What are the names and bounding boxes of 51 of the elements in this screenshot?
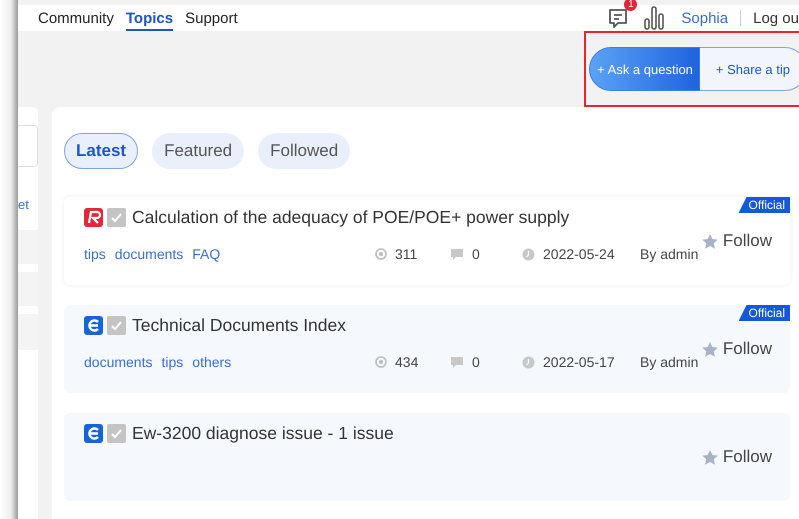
notification-badge: 1 <box>624 0 638 11</box>
view-count: 311 <box>395 246 418 262</box>
tag-link[interactable]: documents <box>114 246 184 262</box>
nav-tab[interactable]: Topics <box>126 5 174 31</box>
search-field[interactable] <box>18 125 38 167</box>
eye-icon <box>375 356 387 368</box>
topic-card[interactable]: Official Calculation of the adequacy of POE/POE+ power supply tips documents FAQ 311 0 2022-05-24 By admin Follow <box>64 197 790 285</box>
action-button[interactable]: + Share a tip <box>700 47 799 91</box>
topic-title[interactable]: Calculation of the adequacy of POE/POE+ power supply <box>132 207 570 228</box>
comment-icon <box>450 356 464 368</box>
filter-tab[interactable]: Latest <box>64 133 138 169</box>
logout-link[interactable]: Log ou <box>753 10 799 26</box>
clock-icon <box>522 248 535 260</box>
sidebar-item[interactable] <box>18 314 38 350</box>
nav-tab[interactable]: Community <box>38 5 114 31</box>
action-button[interactable]: + Ask a question <box>589 47 700 91</box>
author-label: By admin <box>640 354 698 370</box>
logo-icon <box>84 208 103 227</box>
author-label: By admin <box>640 246 698 262</box>
follow-button[interactable]: Follow <box>700 231 772 251</box>
sidebar-item[interactable] <box>18 230 38 264</box>
post-date: 2022-05-17 <box>543 354 615 370</box>
follow-button[interactable]: Follow <box>700 339 772 359</box>
view-count: 434 <box>395 354 418 370</box>
official-badge: Official <box>738 305 790 321</box>
reply-count: 0 <box>472 354 480 370</box>
topic-title[interactable]: Technical Documents Index <box>132 315 346 336</box>
bar-chart-icon[interactable] <box>643 5 666 31</box>
sidebar-item[interactable] <box>18 272 38 306</box>
post-date: 2022-05-24 <box>543 246 615 262</box>
tag-link[interactable]: tips <box>161 354 184 370</box>
nav-tab[interactable]: Support <box>185 5 238 31</box>
filter-tab[interactable]: Followed <box>258 133 350 169</box>
topic-card[interactable]: Ew-3200 diagnose issue - 1 issue Follow <box>64 413 790 501</box>
reply-count: 0 <box>472 246 480 262</box>
logo-icon <box>84 424 103 443</box>
topic-card[interactable]: Official Technical Documents Index documents tips others 434 0 2022-05-17 By admin Follow <box>64 305 790 393</box>
tag-link[interactable]: tips <box>84 246 106 262</box>
filter-tab[interactable]: Featured <box>152 133 244 169</box>
clock-icon <box>522 356 535 368</box>
comment-icon <box>450 248 464 260</box>
tag-link[interactable]: others <box>192 354 232 370</box>
follow-button[interactable]: Follow <box>700 447 772 467</box>
eye-icon <box>375 248 387 260</box>
logo-icon <box>84 316 103 335</box>
user-link[interactable]: Sophia <box>681 10 728 26</box>
sidebar-link[interactable]: et <box>18 197 38 212</box>
topic-title[interactable]: Ew-3200 diagnose issue - 1 issue <box>132 423 394 444</box>
official-badge: Official <box>738 197 790 213</box>
tag-link[interactable]: documents <box>84 354 152 370</box>
tag-link[interactable]: FAQ <box>192 246 220 262</box>
